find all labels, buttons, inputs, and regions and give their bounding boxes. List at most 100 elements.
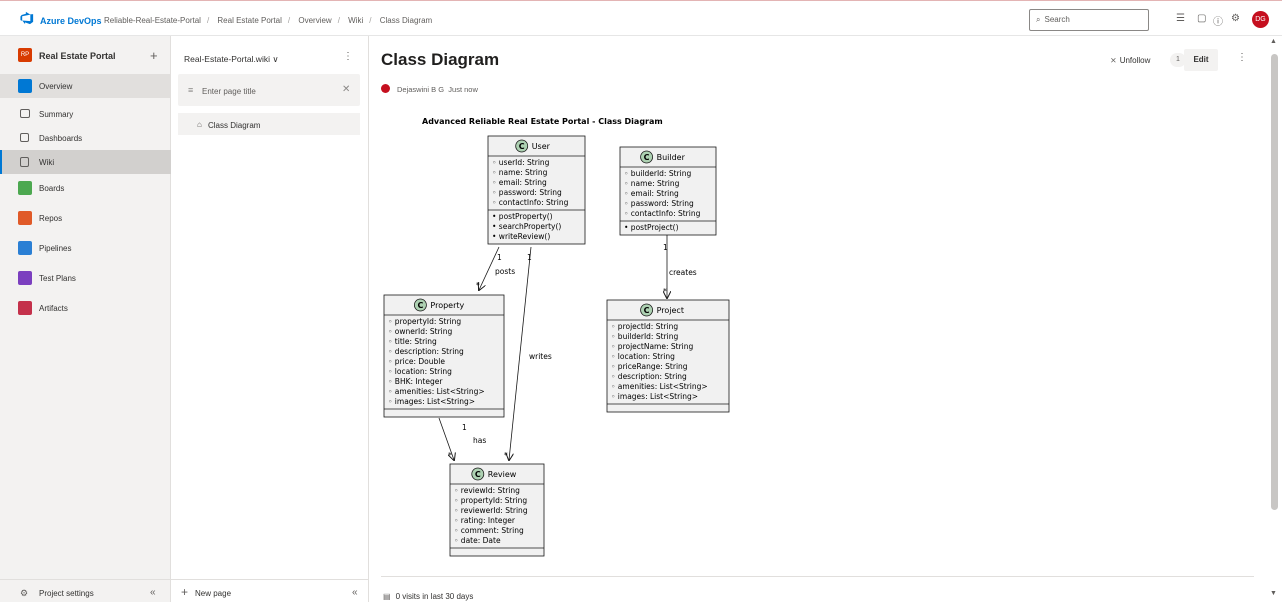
class-attribute: ◦ reviewId: String (454, 486, 520, 495)
more-options-icon[interactable]: ⋮ (343, 51, 353, 62)
class-attribute: ◦ projectId: String (611, 322, 678, 331)
svg-text:C: C (475, 470, 481, 479)
breadcrumb-page[interactable]: Class Diagram (380, 16, 432, 25)
home-icon: ⌂ (197, 120, 202, 129)
collapse-nav-icon[interactable]: « (150, 587, 156, 598)
nav-item-pipelines[interactable]: Pipelines (0, 236, 171, 260)
nav-item-artifacts[interactable]: Artifacts (0, 296, 171, 320)
class-attribute: ◦ amenities: List<String> (611, 382, 708, 391)
class-attribute: ◦ userId: String (492, 158, 550, 167)
edge-user-review (509, 246, 532, 460)
page-visits: ▤ 0 visits in last 30 days (383, 592, 473, 601)
artifacts-icon (18, 301, 32, 315)
class-review: C Review ◦ reviewId: String◦ propertyId: S… (449, 463, 545, 557)
breadcrumb-separator: / (206, 16, 210, 25)
class-method: • searchProperty() (492, 222, 561, 231)
help-icon[interactable]: ⓘ (1213, 13, 1223, 28)
breadcrumb-organization[interactable]: Reliable-Real-Estate-Portal (104, 16, 201, 25)
svg-text:C: C (519, 142, 525, 151)
breadcrumb-wiki[interactable]: Wiki (348, 16, 363, 25)
wiki-icon (20, 157, 29, 167)
class-attribute: ◦ amenities: List<String> (388, 387, 485, 396)
multiplicity-user-posts: 1 (497, 253, 502, 262)
edge-label-has: has (473, 436, 486, 445)
class-attribute: ◦ reviewerId: String (454, 506, 528, 515)
class-attribute: ◦ date: Date (454, 536, 501, 545)
project-header[interactable]: RP Real Estate Portal + (0, 40, 171, 70)
nav-item-summary[interactable]: Summary (0, 102, 171, 126)
svg-text:C: C (644, 153, 650, 162)
class-attribute: ◦ password: String (624, 199, 694, 208)
class-attribute: ◦ email: String (492, 178, 547, 187)
nav-item-repos[interactable]: Repos (0, 206, 171, 230)
nav-item-test-plans[interactable]: Test Plans (0, 266, 171, 290)
breadcrumb: Reliable-Real-Estate-Portal / Real Estate… (104, 16, 432, 25)
class-attribute: ◦ propertyId: String (388, 317, 461, 326)
brand-link[interactable]: Azure DevOps (40, 16, 102, 26)
class-attribute: ◦ images: List<String> (611, 392, 698, 401)
new-page-button[interactable]: + New page « (171, 579, 369, 601)
avatar[interactable]: DG (1252, 11, 1269, 28)
class-attribute: ◦ contactInfo: String (492, 198, 569, 207)
class-attribute: ◦ builderId: String (611, 332, 678, 341)
tree-item-class-diagram[interactable]: ⌂ Class Diagram (178, 113, 360, 135)
svg-text:C: C (644, 306, 650, 315)
edge-property-review (438, 417, 454, 460)
nav-item-dashboards[interactable]: Dashboards (0, 126, 171, 150)
wiki-tree-pane: Real-Estate-Portal.wiki ∨ ⋮ ≡ Enter page… (171, 36, 369, 602)
top-bar: Azure DevOps Reliable-Real-Estate-Portal… (0, 0, 1282, 36)
wiki-selector[interactable]: Real-Estate-Portal.wiki ∨ (184, 54, 279, 65)
user-settings-icon[interactable]: ⚙ (1231, 13, 1240, 24)
class-name: User (532, 142, 551, 151)
summary-icon (20, 109, 30, 118)
class-attribute: ◦ projectName: String (611, 342, 693, 351)
wiki-name: Real-Estate-Portal.wiki (184, 54, 270, 64)
breadcrumb-project[interactable]: Real Estate Portal (217, 16, 281, 25)
overview-icon (18, 79, 32, 93)
close-icon[interactable]: ✕ (342, 84, 350, 95)
nav-item-boards[interactable]: Boards (0, 176, 171, 200)
class-project: C Project ◦ projectId: String◦ builderId: … (606, 299, 730, 413)
nav-label: Artifacts (39, 304, 68, 313)
class-attribute: ◦ BHK: Integer (388, 377, 443, 386)
page-filter-input[interactable]: ≡ Enter page title ✕ (178, 74, 360, 106)
class-attribute: ◦ builderId: String (624, 169, 691, 178)
class-method: • writeReview() (492, 232, 550, 241)
class-attribute: ◦ location: String (611, 352, 675, 361)
scroll-up-arrow-icon[interactable]: ▲ (1270, 38, 1277, 45)
multiplicity-builder-creates: 1 (663, 243, 668, 252)
class-name: Review (488, 470, 517, 479)
class-method: • postProperty() (492, 212, 553, 221)
marketplace-bag-icon[interactable]: ▢ (1197, 13, 1206, 24)
edge-label-writes: writes (529, 352, 552, 361)
filter-icon: ≡ (188, 85, 194, 95)
class-attribute: ◦ password: String (492, 188, 562, 197)
collapse-tree-icon[interactable]: « (352, 587, 358, 598)
scroll-down-arrow-icon[interactable]: ▼ (1270, 590, 1277, 597)
scrollbar-thumb[interactable] (1271, 54, 1278, 510)
diagram-title: Advanced Reliable Real Estate Portal - C… (422, 117, 663, 126)
nav-item-wiki[interactable]: Wiki (0, 150, 171, 174)
project-settings[interactable]: ⚙ Project settings « (0, 579, 171, 601)
nav-label: Overview (39, 82, 73, 91)
class-builder: C Builder ◦ builderId: String◦ name: Strin… (619, 146, 717, 236)
class-attribute: ◦ ownerId: String (388, 327, 452, 336)
nav-item-overview[interactable]: Overview (0, 74, 171, 98)
search-input[interactable]: ⌕ Search (1029, 9, 1149, 31)
add-icon[interactable]: + (150, 48, 158, 63)
project-nav: RP Real Estate Portal + Overview Summary… (0, 36, 171, 602)
search-icon: ⌕ (1036, 15, 1041, 24)
new-page-label: New page (195, 589, 232, 598)
nav-label: Wiki (39, 158, 55, 167)
class-attribute: ◦ comment: String (454, 526, 524, 535)
nav-label: Repos (39, 214, 63, 223)
edge-label-creates: creates (669, 268, 697, 277)
multiplicity-property-has: 1 (462, 423, 467, 432)
azure-devops-logo-icon[interactable] (20, 11, 34, 25)
visits-label: 0 visits in last 30 days (395, 592, 474, 601)
breadcrumb-overview[interactable]: Overview (298, 16, 331, 25)
task-list-icon[interactable]: ☰ (1176, 13, 1185, 24)
class-attribute: ◦ name: String (492, 168, 548, 177)
class-name: Project (657, 306, 684, 315)
multiplicity-review-has: * (448, 451, 452, 460)
